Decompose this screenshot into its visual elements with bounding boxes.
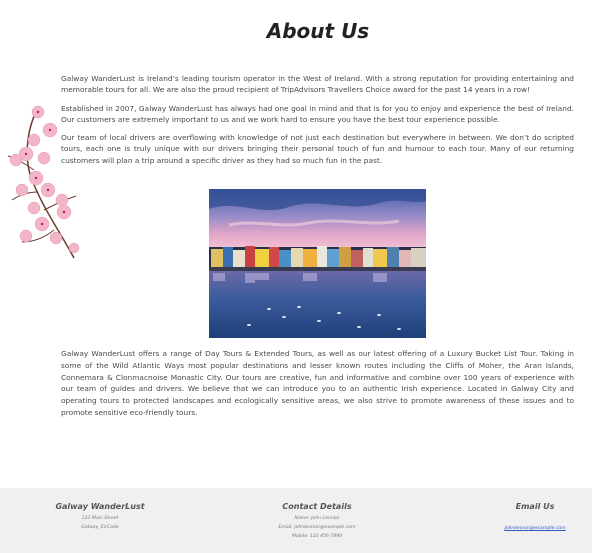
- footer-contact: Contact Details Name: John Lennon Email:…: [257, 502, 377, 541]
- footer-email-us: Email Us johnlennon@example.com: [475, 502, 592, 533]
- about-page: About Us Galway WanderLust is Ireland’s …: [0, 0, 592, 553]
- footer-company-heading: Galway WanderLust: [55, 502, 145, 511]
- intro-paragraph-2: Established in 2007, Galway WanderLust h…: [61, 103, 574, 124]
- footer-contact-mobile: Mobile: 123 456 7890: [291, 534, 343, 539]
- galway-harbour-image: [209, 189, 426, 338]
- footer-email-heading: Email Us: [515, 502, 555, 511]
- footer-company-city: Galway, EirCode: [81, 525, 119, 530]
- footer-company-street: 123 Main Street: [81, 516, 119, 521]
- intro-text: Galway WanderLust is Ireland’s leading t…: [61, 73, 574, 173]
- site-footer: Galway WanderLust 123 Main Street Galway…: [0, 488, 592, 553]
- intro-paragraph-3: Our team of local drivers are overflowin…: [61, 133, 574, 165]
- footer-company: Galway WanderLust 123 Main Street Galway…: [40, 502, 160, 532]
- footer-contact-heading: Contact Details: [282, 502, 352, 511]
- closing-paragraph: Galway WanderLust offers a range of Day …: [61, 349, 574, 417]
- page-title: About Us: [266, 19, 370, 43]
- footer-contact-name: Name: John Lennon: [294, 516, 340, 521]
- footer-contact-email: Email: johnlennon@example.com: [278, 525, 356, 530]
- footer-email-link[interactable]: johnlennon@example.com: [504, 526, 565, 531]
- intro-paragraph-1: Galway WanderLust is Ireland’s leading t…: [61, 74, 574, 95]
